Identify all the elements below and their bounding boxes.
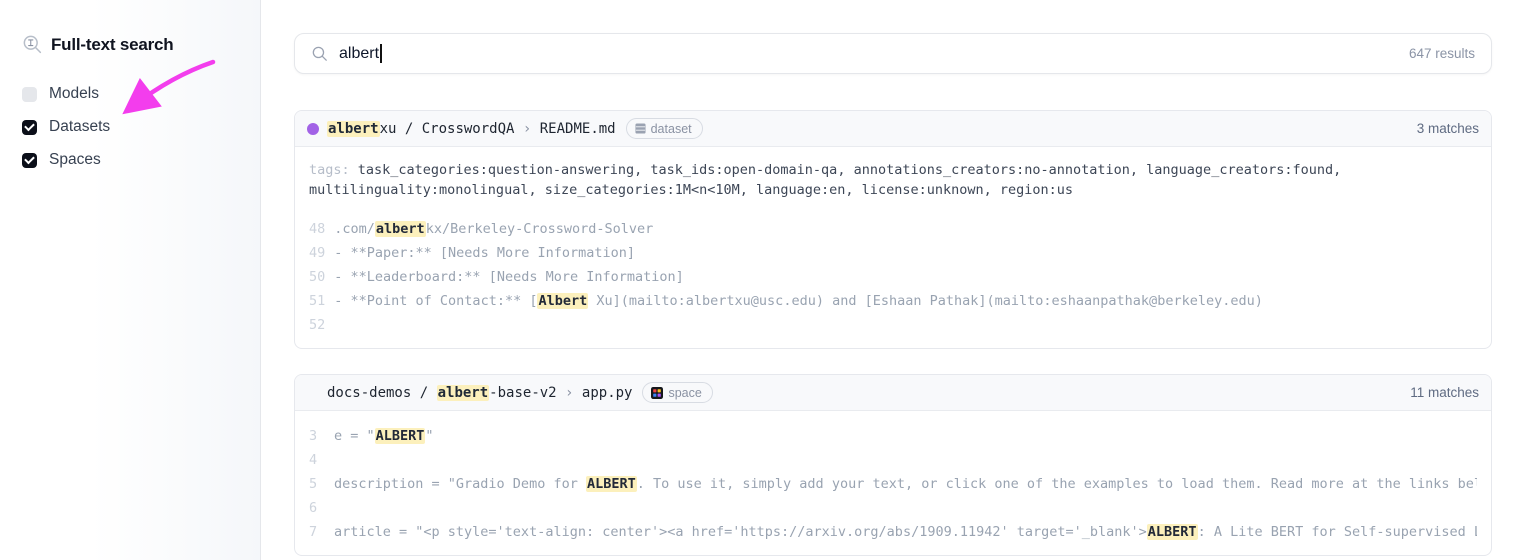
text-search-icon <box>22 34 43 55</box>
sidebar-title-row: Full-text search <box>22 34 236 55</box>
code-line: 4 <box>309 448 1477 472</box>
repo-file-link[interactable]: albertxu / CrosswordQA › README.md <box>327 121 616 137</box>
code-line: 50- **Leaderboard:** [Needs More Informa… <box>309 265 1477 289</box>
badge-label: space <box>668 386 701 400</box>
filter-label: Spaces <box>49 151 101 169</box>
code-line: 5description = "Gradio Demo for ALBERT. … <box>309 472 1477 496</box>
space-grid-icon <box>651 387 663 399</box>
models-checkbox[interactable] <box>22 87 37 102</box>
filter-spaces[interactable]: Spaces <box>22 151 236 169</box>
match-count: 11 matches <box>1410 385 1479 400</box>
code-line: 7article = "<p style='text-align: center… <box>309 520 1477 544</box>
results-count: 647 results <box>1409 46 1475 61</box>
code-line: 49- **Paper:** [Needs More Information] <box>309 241 1477 265</box>
result-card-dataset: albertxu / CrosswordQA › README.md datas… <box>294 110 1492 349</box>
main-content: albert 647 results albertxu / CrosswordQ… <box>261 0 1520 560</box>
code-line: 51- **Point of Contact:** [Albert Xu](ma… <box>309 289 1477 313</box>
filter-datasets[interactable]: Datasets <box>22 118 236 136</box>
code-snippet: 3e = "ALBERT"45description = "Gradio Dem… <box>309 424 1477 544</box>
tags-line: tags: task_categories:question-answering… <box>309 160 1477 200</box>
filter-label: Datasets <box>49 118 110 136</box>
result-header: docs-demos / albert-base-v2 › app.py spa… <box>295 375 1491 411</box>
repo-avatar-placeholder <box>307 387 319 399</box>
space-badge: space <box>642 382 712 403</box>
code-snippet: 48.com/albertkx/Berkeley-Crossword-Solve… <box>309 217 1477 337</box>
search-icon <box>311 45 328 62</box>
code-line: 52 <box>309 313 1477 337</box>
match-count: 3 matches <box>1417 121 1479 136</box>
search-input[interactable]: albert <box>339 44 382 63</box>
sidebar: Full-text search Models Datasets Spaces <box>0 0 261 560</box>
text-caret <box>380 44 382 63</box>
dataset-icon <box>635 123 646 134</box>
repo-file-link[interactable]: docs-demos / albert-base-v2 › app.py <box>327 385 632 401</box>
spaces-checkbox[interactable] <box>22 153 37 168</box>
filter-list: Models Datasets Spaces <box>22 85 236 169</box>
filter-models[interactable]: Models <box>22 85 236 103</box>
result-body: tags: task_categories:question-answering… <box>295 147 1491 348</box>
repo-avatar <box>307 123 319 135</box>
search-bar: albert 647 results <box>294 33 1492 74</box>
badge-label: dataset <box>651 122 692 136</box>
result-body: 3e = "ALBERT"45description = "Gradio Dem… <box>295 411 1491 555</box>
page-title: Full-text search <box>51 35 173 55</box>
code-line: 3e = "ALBERT" <box>309 424 1477 448</box>
search-query-text: albert <box>339 45 379 63</box>
result-header: albertxu / CrosswordQA › README.md datas… <box>295 111 1491 147</box>
code-line: 48.com/albertkx/Berkeley-Crossword-Solve… <box>309 217 1477 241</box>
filter-label: Models <box>49 85 99 103</box>
dataset-badge: dataset <box>626 118 703 139</box>
result-card-space: docs-demos / albert-base-v2 › app.py spa… <box>294 374 1492 556</box>
datasets-checkbox[interactable] <box>22 120 37 135</box>
code-line: 6 <box>309 496 1477 520</box>
